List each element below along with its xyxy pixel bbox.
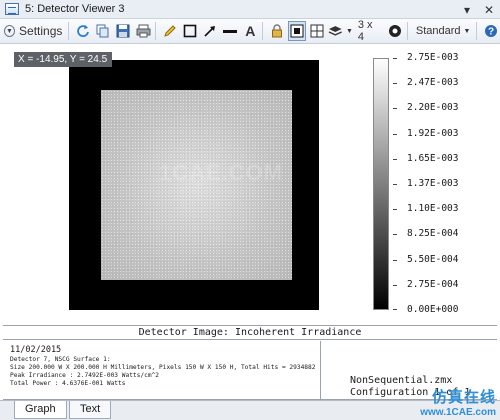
toolbar-separator: [407, 22, 409, 40]
info-date: 11/02/2015: [10, 345, 62, 355]
color-scale-tick: [393, 234, 397, 236]
color-scale-label: 1.65E-003: [407, 152, 459, 164]
lock-icon: [272, 24, 283, 38]
layers-button[interactable]: ▼: [328, 21, 353, 41]
copy-button[interactable]: [94, 21, 112, 41]
window-controls: ▾ ✕: [456, 0, 500, 19]
help-icon: ?: [485, 25, 498, 38]
color-scale-tick: [393, 184, 397, 185]
detector-info-left: 11/02/2015 Detector 7, NSCG Surface 1: S…: [3, 341, 321, 400]
color-scale-tick: [393, 259, 397, 261]
color-scale-tick: [393, 158, 397, 160]
color-scale-tick: [393, 284, 397, 286]
color-scale-bar: [373, 58, 389, 310]
color-scale-label: 8.25E-004: [407, 228, 459, 240]
pencil-icon: [164, 25, 177, 37]
layout-dropdown[interactable]: 3 x 4: [355, 19, 384, 43]
text-button[interactable]: A: [241, 21, 259, 41]
grid-button[interactable]: [308, 21, 326, 41]
window-menu-icon[interactable]: ▾: [456, 1, 478, 19]
detector-image[interactable]: 1CAE.COM: [69, 60, 319, 310]
line-icon: [223, 30, 238, 33]
image-caption: Detector Image: Incoherent Irradiance: [3, 325, 497, 340]
mode-label: Standard: [415, 25, 461, 37]
rectangle-button[interactable]: [181, 21, 199, 41]
color-scale-label: 1.92E-003: [407, 127, 459, 139]
refresh-button[interactable]: [74, 21, 92, 41]
color-scale-label: 1.10E-003: [407, 203, 459, 215]
color-scale-ticks: [393, 58, 397, 310]
close-icon[interactable]: ✕: [478, 1, 500, 19]
watermark-url: www.1CAE.com: [420, 407, 496, 418]
line-button[interactable]: [221, 21, 239, 41]
chevron-down-icon: ▼: [463, 27, 471, 35]
color-scale-label: 1.37E-003: [407, 178, 459, 189]
color-scale-tick: [393, 108, 397, 110]
color-scale-label: 2.75E-003: [407, 52, 459, 63]
pencil-button[interactable]: [161, 21, 179, 41]
info-line: Peak Irradiance : 2.7492E-003 Watts/cm^2: [10, 372, 160, 379]
color-scale-label: 0.00E+000: [407, 304, 459, 315]
title-bar: 5: Detector Viewer 3 ▾ ✕: [0, 0, 500, 19]
watermark-chinese-text: 仿真在线: [431, 388, 496, 406]
info-line: Size 200.000 W X 200.000 H Millimeters, …: [10, 364, 316, 371]
arrow-icon: [204, 26, 216, 37]
color-scale-tick: [393, 309, 397, 310]
lock-button[interactable]: [268, 21, 286, 41]
irradiance-region: 1CAE.COM: [101, 90, 292, 280]
window-title: 5: Detector Viewer 3: [25, 3, 125, 15]
color-scale-label: 2.47E-003: [407, 77, 459, 89]
image-watermark: 1CAE.COM: [159, 160, 284, 185]
color-scale-label: 2.20E-003: [407, 102, 459, 114]
print-icon: [136, 24, 151, 38]
color-scale-tick: [393, 133, 397, 135]
color-scale-labels: 2.75E-003 2.47E-003 2.20E-003 1.92E-003 1.65…: [399, 52, 469, 317]
save-icon: [116, 24, 130, 38]
toolbar: ▼ Settings A ▼ 3 x 4 Standard ▼ ?: [0, 19, 500, 44]
settings-gear-button[interactable]: [386, 21, 404, 41]
color-scale-label: 5.50E-004: [407, 253, 459, 265]
settings-button[interactable]: ▼ Settings: [2, 21, 65, 41]
layers-icon: [329, 26, 343, 36]
rectangle-icon: [184, 24, 197, 38]
info-line: Detector 7, NSCG Surface 1:: [10, 356, 111, 363]
text-icon: A: [245, 23, 256, 39]
chevron-down-icon: ▼: [345, 27, 353, 35]
toolbar-separator: [155, 22, 157, 40]
arrow-button[interactable]: [201, 21, 219, 41]
help-button[interactable]: ?: [482, 21, 500, 41]
grid-icon: [310, 24, 324, 38]
detector-plot-area[interactable]: 1CAE.COM 2.75E-003 2.47E-003 2.20E-003 1.92…: [0, 44, 500, 324]
save-button[interactable]: [114, 21, 132, 41]
tab-text[interactable]: Text: [69, 401, 112, 419]
color-scale-tick: [393, 58, 397, 59]
settings-gear-icon: [389, 25, 402, 37]
color-scale-tick: [393, 83, 397, 85]
color-scale-label: 2.75E-004: [407, 278, 459, 290]
chevron-down-icon: ▼: [4, 25, 16, 37]
svg-text:?: ?: [488, 27, 494, 38]
coordinate-readout: X = -14.95, Y = 24.5: [14, 52, 112, 67]
site-watermark: 仿真在线 www.1CAE.com: [420, 386, 496, 418]
fit-icon: [290, 24, 304, 38]
refresh-icon: [77, 25, 90, 37]
info-file: NonSequential.zmx: [350, 375, 453, 386]
print-button[interactable]: [134, 21, 152, 41]
toolbar-separator: [68, 22, 70, 40]
toolbar-separator: [262, 22, 264, 40]
layout-label: 3 x 4: [357, 19, 373, 43]
info-line: Total Power : 4.6376E-001 Watts: [10, 380, 126, 387]
fit-button[interactable]: [288, 21, 307, 41]
tab-graph[interactable]: Graph: [14, 401, 67, 419]
copy-icon: [96, 24, 109, 38]
detector-viewer-icon: [5, 3, 19, 15]
color-scale-tick: [393, 209, 397, 211]
toolbar-separator: [476, 22, 478, 40]
settings-label: Settings: [19, 24, 63, 38]
mode-dropdown[interactable]: Standard ▼: [413, 21, 473, 41]
